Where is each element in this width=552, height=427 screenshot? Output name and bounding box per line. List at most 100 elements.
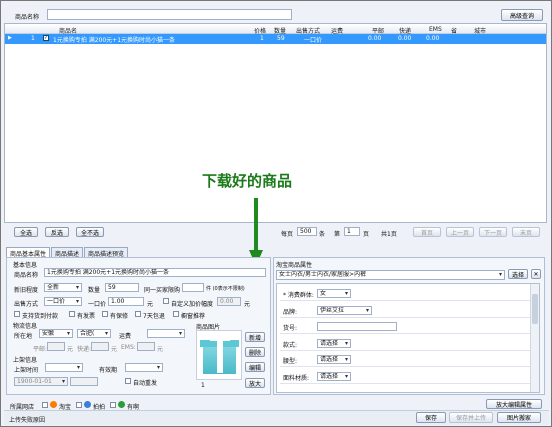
freight-select[interactable] <box>147 329 185 338</box>
showcase-checkbox[interactable] <box>173 311 179 317</box>
brand-select[interactable]: 伊丝艾拉 <box>317 306 372 315</box>
save-button[interactable]: 保存 <box>416 412 446 423</box>
invert-select-button[interactable]: 反选 <box>45 227 69 237</box>
ping-label: 平邮: <box>33 346 48 353</box>
ems-input[interactable] <box>137 342 155 351</box>
sale-type-label: 出售方式 <box>14 301 39 308</box>
condition-select[interactable]: 全新 <box>44 283 82 292</box>
per-page-label: 每页 <box>281 231 294 238</box>
upload-fail-reason: 上传失败原因 <box>9 417 46 424</box>
per-page-input[interactable]: 500 <box>297 227 317 236</box>
item-number-input[interactable] <box>317 322 397 331</box>
table-row[interactable]: ▶ 1 ✓ 1元换购专拍 满200元+1元换购时尚小猫一条 1 59 一口价 0… <box>5 34 546 44</box>
row-checkbox[interactable]: ✓ <box>43 35 49 41</box>
express-label: 快递: <box>77 346 92 353</box>
location-label: 所在地 <box>14 333 33 340</box>
waist-select[interactable]: 请选择 <box>317 355 351 364</box>
shelf-date-input[interactable]: 1900-01-01 <box>14 377 68 386</box>
style-select[interactable]: 请选择 <box>317 339 351 348</box>
shelf-time-input[interactable] <box>70 377 98 386</box>
row-qty: 59 <box>277 35 285 42</box>
main-window: 商品名称 高级查询 商品名 价格 数量 出售方式 运费 平邮 快递 EMS 省 … <box>0 0 552 427</box>
search-label: 商品名称 <box>15 14 40 21</box>
taobao-logo-icon <box>50 401 57 408</box>
property-row: 品牌: 伊丝艾拉 <box>280 303 530 318</box>
row-index: 1 <box>31 35 35 42</box>
auto-relist-checkbox[interactable] <box>125 378 131 384</box>
product-name-input[interactable]: 1元换购专拍 满200元+1元换购时尚小猫一条 <box>44 268 266 277</box>
property-row: 面料材质: 请选择 <box>280 369 530 384</box>
ems-label: EMS: <box>121 344 136 351</box>
custom-increment-checkbox[interactable] <box>163 298 169 304</box>
product-image[interactable] <box>196 330 242 380</box>
shelf-time-select[interactable] <box>45 363 83 372</box>
advanced-search-button[interactable]: 高级查询 <box>501 9 543 21</box>
tab-description-preview[interactable]: 商品描述预览 <box>84 247 129 258</box>
warranty-label: 有保修 <box>110 313 129 320</box>
limit-suffix: 件 (0表示不限制) <box>206 286 245 292</box>
select-all-button[interactable]: 全选 <box>14 227 38 237</box>
invoice-checkbox[interactable] <box>69 311 75 317</box>
province-select[interactable]: 安徽 <box>39 329 73 338</box>
select-none-button[interactable]: 全不选 <box>76 227 104 237</box>
search-input[interactable] <box>47 9 292 20</box>
add-image-button[interactable]: 新增 <box>245 332 265 342</box>
express-input[interactable] <box>91 342 109 351</box>
next-page-button[interactable]: 下一页 <box>479 227 507 237</box>
choose-category-button[interactable]: 选择 <box>508 269 528 279</box>
close-category-icon[interactable]: ✕ <box>531 269 541 279</box>
tab-description[interactable]: 商品描述 <box>51 247 84 258</box>
taobao-site-checkbox[interactable] <box>42 402 48 408</box>
move-images-button[interactable]: 图片搬家 <box>497 412 541 423</box>
row-sale: 一口价 <box>304 37 323 44</box>
limit-input[interactable] <box>182 283 204 292</box>
warranty-checkbox[interactable] <box>102 311 108 317</box>
save-and-upload-button[interactable]: 保存并上传 <box>449 412 493 423</box>
custom-increment-label: 自定义加价幅度 <box>171 301 214 308</box>
custom-increment-input[interactable]: 0.00 <box>217 297 241 306</box>
custom-increment-unit: 元 <box>244 301 251 308</box>
property-label: 腰型: <box>283 358 298 365</box>
row-ems: 0.00 <box>426 35 440 42</box>
ping-unit: 元 <box>67 346 74 353</box>
fabric-select[interactable]: 请选择 <box>317 372 351 381</box>
property-label: 款式: <box>283 342 298 349</box>
logistics-section-title: 物流信息 <box>13 323 38 330</box>
category-select[interactable]: 女士内衣/男士内衣/家居服>内裤 <box>276 270 505 280</box>
last-page-button[interactable]: 末页 <box>512 227 540 237</box>
per-page-unit: 条 <box>319 231 326 238</box>
price-input[interactable]: 1.00 <box>108 297 144 306</box>
basic-section-title: 基本信息 <box>13 262 38 269</box>
youa-site-checkbox[interactable] <box>110 402 116 408</box>
col-header-ems: EMS <box>429 26 442 33</box>
city-select[interactable]: 合肥( <box>77 329 111 338</box>
valid-period-label: 有效期 <box>99 367 118 374</box>
taobao-panel-title: 淘宝商品属性 <box>276 262 313 269</box>
delete-image-button[interactable]: 删除 <box>245 347 265 357</box>
page-input[interactable]: 1 <box>344 227 360 236</box>
sale-type-select[interactable]: 一口价 <box>44 297 82 306</box>
overlay-annotation: 下载好的商品 <box>202 172 293 190</box>
edit-image-button[interactable]: 编辑 <box>245 362 265 372</box>
shelf-time-label: 上架时间 <box>14 367 39 374</box>
property-label: 面料材质: <box>283 375 310 382</box>
valid-period-select[interactable] <box>125 363 163 372</box>
property-row: 腰型: 请选择 <box>280 352 530 367</box>
zoom-image-button[interactable]: 放大 <box>245 378 265 388</box>
page-prefix: 第 <box>334 231 341 238</box>
price-unit: 元 <box>147 301 154 308</box>
cod-checkbox[interactable] <box>14 311 20 317</box>
limit-label: 同一买家限购 <box>144 287 181 294</box>
prev-page-button[interactable]: 上一页 <box>446 227 474 237</box>
property-scrollbar[interactable] <box>530 284 539 392</box>
paipai-logo-icon <box>84 401 91 408</box>
property-row: 款式: 请选择 <box>280 336 530 351</box>
seven-day-return-checkbox[interactable] <box>135 311 141 317</box>
paipai-site-checkbox[interactable] <box>76 402 82 408</box>
zoom-edit-attributes-button[interactable]: 放大编辑属性 <box>486 399 542 409</box>
ping-input[interactable] <box>47 342 65 351</box>
consumer-group-select[interactable]: 女 <box>317 289 351 298</box>
tab-basic-attributes[interactable]: 商品基本属性 <box>6 247 51 258</box>
first-page-button[interactable]: 首页 <box>413 227 441 237</box>
quantity-input[interactable]: 59 <box>105 283 139 292</box>
